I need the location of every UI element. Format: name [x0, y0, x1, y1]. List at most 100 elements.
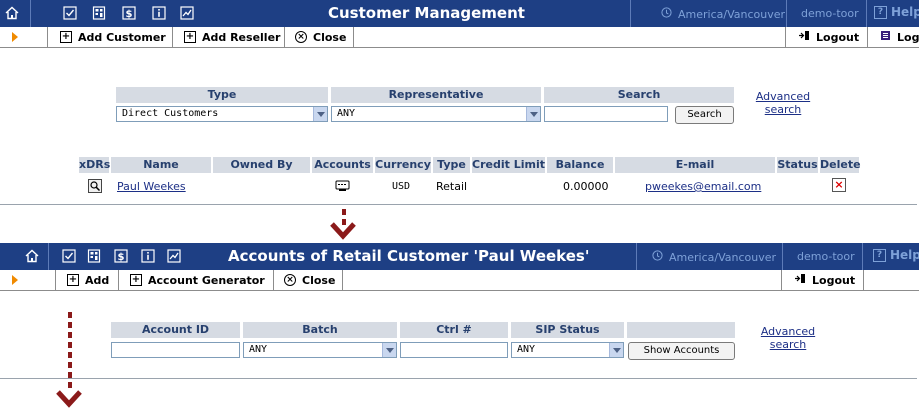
- logout-button[interactable]: Logout: [790, 27, 859, 47]
- account-generator-button[interactable]: + Account Generator: [122, 270, 265, 290]
- batch-select-value: ANY: [249, 344, 268, 355]
- add-reseller-button[interactable]: + Add Reseller: [176, 27, 280, 47]
- logout-label: Logout: [816, 30, 860, 44]
- user-name[interactable]: demo-toor: [797, 250, 855, 263]
- globe-icon: [661, 7, 672, 21]
- help-link[interactable]: ? Help: [873, 248, 919, 262]
- chevron-down-icon: [526, 107, 540, 121]
- calculator-icon[interactable]: [86, 248, 102, 264]
- col-type[interactable]: Type: [433, 157, 470, 173]
- representative-select-value: ANY: [337, 108, 356, 119]
- ctrl-input[interactable]: [400, 342, 508, 358]
- accounts-icon[interactable]: [335, 180, 351, 196]
- account-id-label: Account ID: [111, 322, 240, 338]
- search-input[interactable]: [544, 106, 668, 122]
- close-button[interactable]: × Close: [287, 27, 346, 47]
- filter-header-spacer: [627, 322, 735, 338]
- dollar-icon[interactable]: $: [113, 248, 129, 264]
- col-balance[interactable]: Balance: [547, 157, 613, 173]
- log-button[interactable]: Log: [872, 27, 919, 47]
- sip-status-select[interactable]: ANY: [511, 342, 624, 358]
- calculator-icon[interactable]: [91, 5, 107, 21]
- log-icon: [880, 30, 891, 44]
- type-select[interactable]: Direct Customers: [116, 106, 328, 122]
- email-link[interactable]: pweekes@email.com: [645, 180, 761, 194]
- chevron-down-icon: [382, 343, 396, 357]
- logout-icon: [798, 30, 810, 44]
- account-id-input[interactable]: [111, 342, 240, 358]
- plus-box-icon: +: [67, 274, 79, 286]
- account-generator-label: Account Generator: [148, 273, 265, 287]
- advanced-search-link[interactable]: Advanced search: [757, 325, 819, 351]
- representative-select[interactable]: ANY: [331, 106, 541, 122]
- batch-select[interactable]: ANY: [243, 342, 397, 358]
- home-icon[interactable]: [4, 5, 20, 21]
- sip-status-label: SIP Status: [511, 322, 624, 338]
- plus-box-icon: +: [60, 31, 72, 43]
- col-credit-limit[interactable]: Credit Limit: [472, 157, 545, 173]
- title-bar: $ Accounts of Retail Customer 'Paul Week…: [0, 243, 919, 270]
- add-button[interactable]: + Add: [59, 270, 109, 290]
- col-delete[interactable]: Delete: [820, 157, 861, 173]
- arrow-down-icon: [56, 390, 82, 411]
- checkbox-icon[interactable]: [61, 248, 77, 264]
- log-label: Log: [897, 30, 919, 44]
- accounts-panel: $ Accounts of Retail Customer 'Paul Week…: [0, 243, 919, 379]
- toolbar: + Add Customer + Add Reseller × Close Lo…: [0, 27, 919, 48]
- close-button[interactable]: × Close: [276, 270, 335, 290]
- col-accounts[interactable]: Accounts: [312, 157, 373, 173]
- checkbox-icon[interactable]: [62, 5, 78, 21]
- add-customer-button[interactable]: + Add Customer: [52, 27, 166, 47]
- timezone-link[interactable]: America/Vancouver: [661, 7, 785, 21]
- close-label: Close: [302, 273, 336, 287]
- arrow-down-icon: [330, 222, 356, 243]
- col-status[interactable]: Status: [777, 157, 818, 173]
- title-bar: $ Customer Management America/Vancouver …: [0, 0, 919, 27]
- plus-box-icon: +: [130, 274, 142, 286]
- col-email[interactable]: E-mail: [615, 157, 775, 173]
- search-button[interactable]: Search: [675, 106, 734, 124]
- advanced-search-line1: Advanced: [760, 325, 816, 338]
- currency-value: USD: [392, 181, 411, 192]
- info-icon[interactable]: [151, 5, 167, 21]
- toolbar-arrow-icon: [12, 275, 18, 285]
- balance-value: 0.00000: [563, 180, 609, 193]
- dollar-icon[interactable]: $: [121, 5, 137, 21]
- logout-label: Logout: [812, 273, 856, 287]
- ctrl-label: Ctrl #: [400, 322, 508, 338]
- help-link[interactable]: ? Help: [874, 5, 919, 19]
- help-icon: ?: [874, 5, 887, 19]
- svg-text:$: $: [118, 252, 125, 263]
- show-accounts-button[interactable]: Show Accounts: [628, 342, 735, 360]
- close-circle-icon: ×: [295, 31, 307, 43]
- col-xdrs[interactable]: xDRs: [79, 157, 110, 173]
- page-title: Customer Management: [328, 4, 525, 22]
- advanced-search-link[interactable]: Advanced search: [752, 90, 814, 116]
- flow-connector-line: [68, 312, 72, 392]
- toolbar: + Add + Account Generator × Close Logout: [0, 270, 919, 291]
- advanced-search-line2: search: [764, 103, 802, 116]
- timezone-link[interactable]: America/Vancouver: [652, 250, 776, 264]
- info-icon[interactable]: [140, 248, 156, 264]
- logout-button[interactable]: Logout: [786, 270, 855, 290]
- home-icon[interactable]: [24, 248, 40, 264]
- timezone-label: America/Vancouver: [669, 250, 777, 264]
- search-filter-label: Search: [544, 87, 734, 103]
- col-owned-by[interactable]: Owned By: [213, 157, 310, 173]
- sip-status-select-value: ANY: [517, 344, 536, 355]
- help-label: Help: [891, 5, 919, 19]
- customer-name-link[interactable]: Paul Weekes: [117, 180, 186, 194]
- chart-icon[interactable]: [179, 5, 195, 21]
- magnifier-icon[interactable]: [88, 179, 102, 193]
- col-name[interactable]: Name: [111, 157, 211, 173]
- chevron-down-icon: [313, 107, 327, 121]
- batch-label: Batch: [243, 322, 397, 338]
- timezone-label: America/Vancouver: [678, 7, 786, 21]
- add-label: Add: [85, 273, 110, 287]
- chart-icon[interactable]: [166, 248, 182, 264]
- user-name[interactable]: demo-toor: [801, 7, 859, 20]
- delete-x-icon[interactable]: ×: [832, 178, 846, 192]
- globe-icon: [652, 250, 663, 264]
- logout-icon: [794, 273, 806, 287]
- col-currency[interactable]: Currency: [375, 157, 431, 173]
